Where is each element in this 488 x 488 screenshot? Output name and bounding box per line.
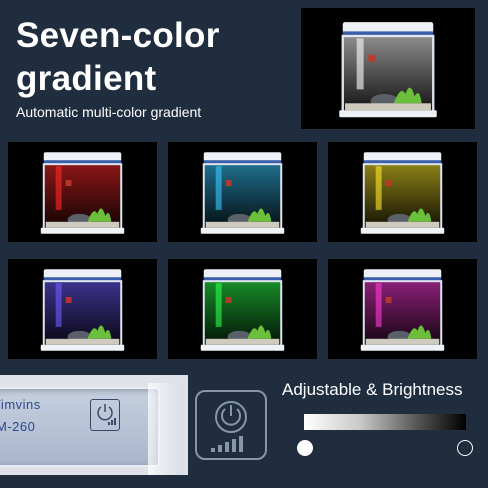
device-base-panel: Vimvins M-260 [0,383,184,475]
color-tile-magenta [328,259,477,359]
headline: Seven-color gradient [16,16,220,98]
device-power-button [90,399,120,431]
aquarium-illustration [168,259,317,359]
color-tile-cyan [168,142,317,242]
color-tile-green [168,259,317,359]
brightness-max-indicator [297,440,313,456]
aquarium-illustration [8,259,157,359]
brightness-min-indicator [457,440,473,456]
device-brand: Vimvins [0,397,41,412]
color-tile-red [8,142,157,242]
hero-aquarium-image [301,8,475,129]
device-model: M-260 [0,419,36,434]
subline: Automatic multi-color gradient [16,104,202,120]
power-icon [97,404,116,425]
power-icon [211,401,247,452]
glass-edge [148,383,184,475]
power-control-icon [195,390,267,460]
color-tile-purple [8,259,157,359]
brightness-gradient-bar [304,414,466,430]
aquarium-illustration [301,8,475,129]
brightness-title: Adjustable & Brightness [282,380,463,399]
aquarium-illustration [328,142,477,242]
aquarium-illustration [168,142,317,242]
aquarium-illustration [8,142,157,242]
device-closeup: Vimvins M-260 [0,375,188,475]
color-tile-yellow [328,142,477,242]
aquarium-illustration [328,259,477,359]
